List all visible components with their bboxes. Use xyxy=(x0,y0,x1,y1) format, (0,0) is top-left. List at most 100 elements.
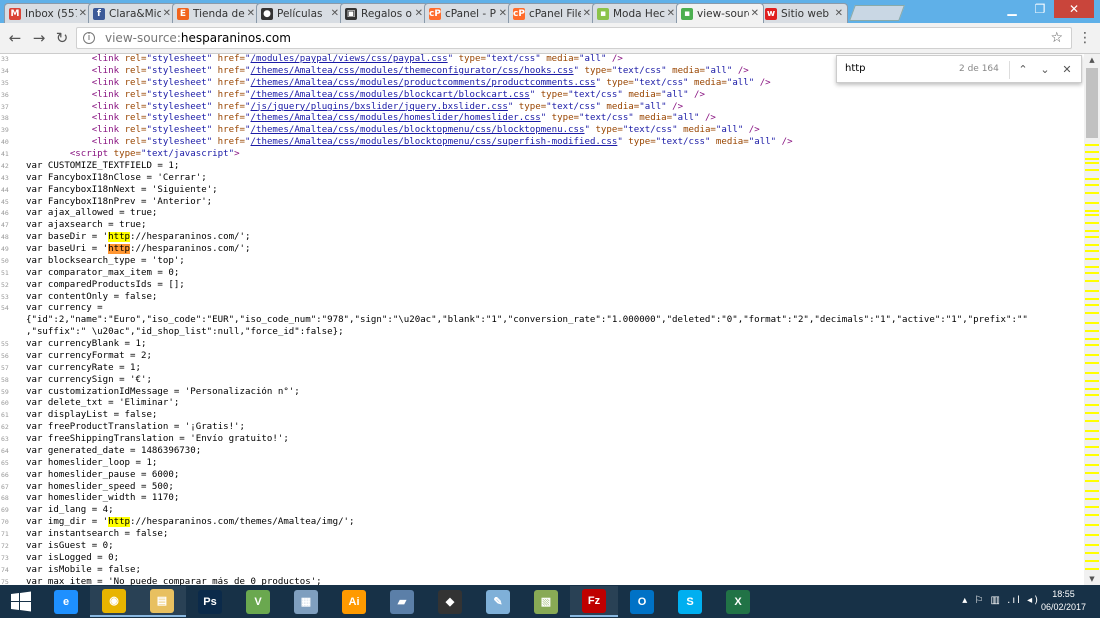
code-token: " xyxy=(529,89,541,100)
info-icon[interactable]: i xyxy=(83,32,95,44)
line-number: 73 xyxy=(1,553,9,562)
line-code: var comparedProductsIds = []; xyxy=(26,280,185,292)
source-line: 57 var currencyRate = 1; xyxy=(0,363,1084,375)
match-marker xyxy=(1085,192,1099,194)
tab-close-icon[interactable]: ✕ xyxy=(583,8,591,19)
taskbar-app-3[interactable]: Ps xyxy=(186,586,234,617)
tab-close-icon[interactable]: ✕ xyxy=(499,8,507,19)
tab-5[interactable]: cP cPanel - P ✕ xyxy=(424,3,512,23)
tab-2[interactable]: E Tienda de ✕ xyxy=(172,3,260,23)
taskbar-app-12[interactable]: O xyxy=(618,586,666,617)
close-window-button[interactable]: ✕ xyxy=(1054,0,1094,18)
system-tray[interactable]: ▴ ⚐ ▥ .ıl ◂) xyxy=(962,595,1040,606)
line-number: 48 xyxy=(1,233,9,242)
tab-7[interactable]: ▪ Moda Hec ✕ xyxy=(592,3,680,23)
clock[interactable]: 18:55 06/02/2017 xyxy=(1041,588,1086,614)
find-next-icon[interactable]: ⌄ xyxy=(1037,61,1053,79)
tab-3[interactable]: ● Películas ✕ xyxy=(256,3,344,23)
taskbar-app-0[interactable]: e xyxy=(42,586,90,617)
source-link[interactable]: /themes/Amaltea/css/modules/blockcart/bl… xyxy=(251,90,530,100)
taskbar-app-2[interactable]: ▤ xyxy=(138,586,186,617)
shop-icon: ▪ xyxy=(597,7,609,20)
match-marker xyxy=(1085,222,1099,224)
find-previous-icon[interactable]: ⌃ xyxy=(1015,61,1031,79)
taskbar-app-1[interactable]: ◉ xyxy=(90,586,138,617)
tab-0[interactable]: M Inbox (557 ✕ xyxy=(4,3,92,23)
taskbar-app-7[interactable]: ▰ xyxy=(378,586,426,617)
forward-button[interactable]: → xyxy=(30,29,48,47)
find-close-icon[interactable]: ✕ xyxy=(1059,61,1075,79)
tab-4[interactable]: ▣ Regalos o ✕ xyxy=(340,3,428,23)
source-link[interactable]: /js/jquery/plugins/bxslider/jquery.bxsli… xyxy=(251,102,508,112)
match-marker xyxy=(1085,544,1099,546)
code-token: media= xyxy=(694,77,727,88)
scroll-down-icon[interactable]: ▼ xyxy=(1084,573,1100,585)
code-token: "stylesheet" xyxy=(146,113,218,124)
source-line: 51 var comparator_max_item = 0; xyxy=(0,268,1084,280)
tab-close-icon[interactable]: ✕ xyxy=(751,8,759,19)
code-token: " xyxy=(540,113,552,124)
tab-1[interactable]: f Clara&Mic ✕ xyxy=(88,3,176,23)
tab-close-icon[interactable]: ✕ xyxy=(415,8,423,19)
source-link[interactable]: /modules/paypal/views/css/paypal.css xyxy=(251,54,448,64)
taskbar-app-8[interactable]: ◆ xyxy=(426,586,474,617)
tab-close-icon[interactable]: ✕ xyxy=(79,8,87,19)
line-code: var homeslider_speed = 500; xyxy=(26,482,174,494)
code-token: /> xyxy=(688,89,705,100)
code-token: type= xyxy=(628,137,656,148)
taskbar-app-11[interactable]: Fz xyxy=(570,586,618,617)
match-marker xyxy=(1085,184,1099,186)
source-line: 63 var freeShippingTranslation = 'Envío g… xyxy=(0,434,1084,446)
taskbar-app-9[interactable]: ✎ xyxy=(474,586,522,617)
tab-close-icon[interactable]: ✕ xyxy=(163,8,171,19)
source-line: 53 var contentOnly = false; xyxy=(0,292,1084,304)
scroll-thumb[interactable] xyxy=(1086,68,1098,138)
source-line: 46 var ajax_allowed = true; xyxy=(0,208,1084,220)
source-link[interactable]: /themes/Amaltea/css/modules/productcomme… xyxy=(251,78,596,88)
address-bar[interactable]: i view-source:hesparaninos.com ☆ xyxy=(76,27,1072,49)
back-button[interactable]: ← xyxy=(6,29,24,47)
line-code: var ajaxsearch = true; xyxy=(26,220,146,232)
find-input[interactable]: http xyxy=(845,63,866,74)
tab-close-icon[interactable]: ✕ xyxy=(331,8,339,19)
code-token: var FancyboxI18nNext = 'Siguiente'; xyxy=(26,184,218,195)
source-link[interactable]: /themes/Amaltea/css/modules/themeconfigu… xyxy=(251,66,574,76)
reload-button[interactable]: ↻ xyxy=(53,29,71,47)
taskbar-app-6[interactable]: Ai xyxy=(330,586,378,617)
taskbar-app-14[interactable]: X xyxy=(714,586,762,617)
source-link[interactable]: /themes/Amaltea/css/modules/blocktopmenu… xyxy=(251,125,585,135)
bookmark-star-icon[interactable]: ☆ xyxy=(1050,28,1063,48)
match-marker xyxy=(1085,420,1099,422)
tab-close-icon[interactable]: ✕ xyxy=(835,8,843,19)
tab-8[interactable]: ▪ view-sourc ✕ xyxy=(676,3,764,23)
windows-start-icon[interactable] xyxy=(6,589,36,615)
new-tab-button[interactable] xyxy=(849,5,905,21)
line-number: 61 xyxy=(1,411,9,420)
browser-toolbar: ← → ↻ i view-source:hesparaninos.com ☆ ⋮ xyxy=(0,23,1100,54)
tab-close-icon[interactable]: ✕ xyxy=(247,8,255,19)
taskbar-app-10[interactable]: ▧ xyxy=(522,586,570,617)
maximize-button[interactable]: ❐ xyxy=(1026,0,1054,18)
illustrator-icon: Ai xyxy=(342,589,366,614)
taskbar-app-4[interactable]: V xyxy=(234,586,282,617)
line-number: 69 xyxy=(1,506,9,515)
taskbar-app-13[interactable]: S xyxy=(666,586,714,617)
code-token: rel= xyxy=(124,125,147,136)
tab-9[interactable]: w Sitio web ✕ xyxy=(760,3,848,23)
source-line: 48 var baseDir = 'http://hesparaninos.com… xyxy=(0,232,1084,244)
match-marker xyxy=(1085,388,1099,390)
source-link[interactable]: /themes/Amaltea/css/modules/blocktopmenu… xyxy=(251,137,618,147)
menu-icon[interactable]: ⋮ xyxy=(1078,30,1092,46)
ie-icon: e xyxy=(54,589,78,614)
minimize-button[interactable]: ▁ xyxy=(998,0,1026,18)
line-number: 70 xyxy=(1,518,9,527)
tab-close-icon[interactable]: ✕ xyxy=(667,8,675,19)
vertical-scrollbar[interactable]: ▲ ▼ xyxy=(1084,54,1100,585)
source-link[interactable]: /themes/Amaltea/css/modules/homeslider/h… xyxy=(251,113,541,123)
scroll-up-icon[interactable]: ▲ xyxy=(1084,54,1100,66)
tab-6[interactable]: cP cPanel File ✕ xyxy=(508,3,596,23)
taskbar-app-5[interactable]: ▦ xyxy=(282,586,330,617)
code-token: /> xyxy=(743,125,760,136)
line-code: var customizationIdMessage = 'Personaliz… xyxy=(26,387,300,399)
